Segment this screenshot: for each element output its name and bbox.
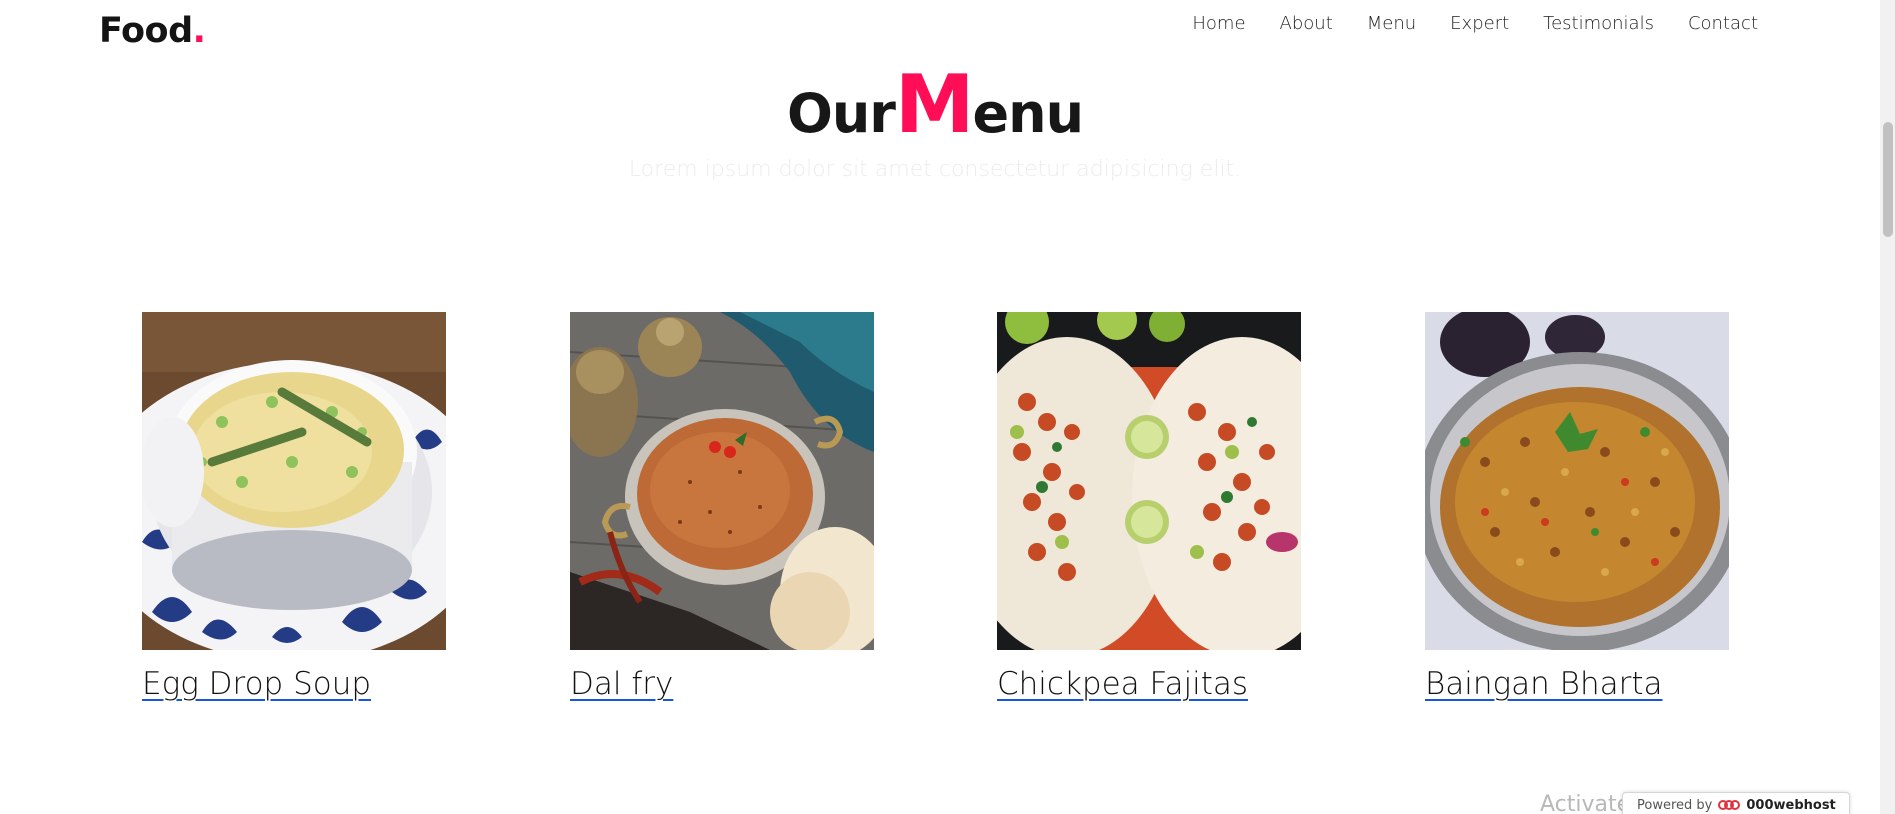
chickpea-fajitas-photo xyxy=(997,312,1301,650)
logo[interactable]: Food. xyxy=(99,8,206,54)
section-subtitle: Lorem ipsum dolor sit amet consectetur a… xyxy=(628,157,1242,182)
scrollbar-thumb[interactable] xyxy=(1883,122,1893,237)
page-scrollbar[interactable] xyxy=(1880,0,1895,814)
baingan-bharta-photo xyxy=(1425,312,1729,650)
title-enu: enu xyxy=(972,82,1085,145)
host-logo-icon xyxy=(1718,800,1741,810)
title-our: Our xyxy=(786,82,896,145)
navbar: Food. Home About Menu Expert Testimonial… xyxy=(0,0,1880,62)
logo-dot: . xyxy=(192,11,206,51)
nav-links: Home About Menu Expert Testimonials Cont… xyxy=(1158,12,1758,36)
menu-card-dal-fry: Dal fry xyxy=(570,312,874,704)
dish-name-link[interactable]: Chickpea Fajitas xyxy=(997,664,1248,704)
menu-card-chickpea-fajitas: Chickpea Fajitas xyxy=(997,312,1301,704)
dish-name-link[interactable]: Baingan Bharta xyxy=(1425,664,1663,704)
powered-by-label: Powered by xyxy=(1637,797,1713,813)
nav-about[interactable]: About xyxy=(1280,12,1333,36)
host-brand-name: 000webhost xyxy=(1746,797,1836,813)
nav-menu[interactable]: Menu xyxy=(1367,12,1416,36)
page: Food. Home About Menu Expert Testimonial… xyxy=(0,0,1895,814)
menu-card-baingan-bharta: Baingan Bharta xyxy=(1425,312,1729,704)
dish-name-link[interactable]: Egg Drop Soup xyxy=(142,664,371,704)
hosting-badge[interactable]: Powered by 000webhost xyxy=(1622,792,1850,814)
nav-contact[interactable]: Contact xyxy=(1688,12,1758,36)
title-highlight-letter: M xyxy=(894,58,975,151)
logo-text: Food xyxy=(99,11,193,51)
nav-home[interactable]: Home xyxy=(1192,12,1245,36)
dal-fry-photo xyxy=(570,312,874,650)
section-title: OurMenu xyxy=(0,58,1870,151)
egg-drop-soup-photo xyxy=(142,312,446,650)
menu-card-egg-drop-soup: Egg Drop Soup xyxy=(142,312,446,704)
dish-name-link[interactable]: Dal fry xyxy=(570,664,673,704)
nav-testimonials[interactable]: Testimonials xyxy=(1543,12,1654,36)
nav-expert[interactable]: Expert xyxy=(1450,12,1509,36)
